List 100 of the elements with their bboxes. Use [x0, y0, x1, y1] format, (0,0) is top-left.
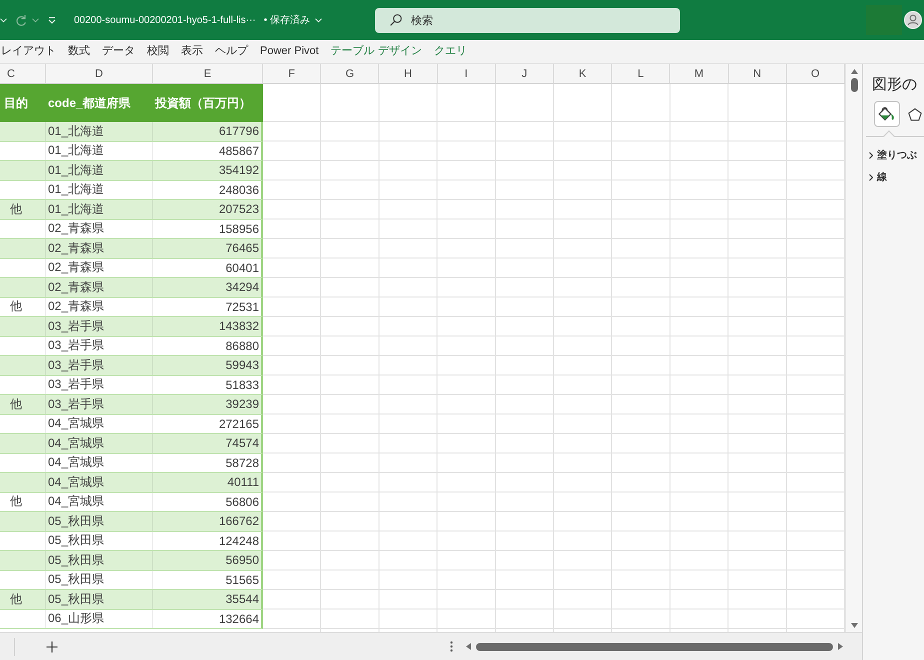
table-cell: 59943	[226, 358, 259, 372]
ribbon-tab[interactable]: 数式	[68, 40, 90, 62]
table-cell: 03_岩手県	[48, 318, 104, 335]
chevron-down-icon	[315, 18, 322, 22]
table-cell: 01_北海道	[48, 181, 104, 198]
left-arrow-icon[interactable]	[466, 643, 471, 650]
file-name[interactable]: 00200-soumu-00200201-hyo5-1-full-lis···	[74, 14, 256, 26]
table-cell: 03_岩手県	[48, 356, 104, 374]
column-header[interactable]: E	[153, 64, 263, 83]
table-cell: 143832	[218, 319, 259, 334]
table-cell: 02_青森県	[48, 259, 104, 276]
ribbon-tab[interactable]: レイアウト	[1, 40, 56, 62]
table-cell: 05_秋田県	[48, 590, 104, 608]
table-cell: 02_青森県	[48, 278, 104, 296]
table-cell: 06_山形県	[48, 610, 104, 628]
table-cell: 34294	[226, 280, 259, 294]
table-cell: 617796	[218, 124, 259, 138]
column-header[interactable]: N	[728, 64, 787, 83]
ribbon-tab[interactable]: ヘルプ	[215, 40, 248, 62]
table-cell: 86880	[226, 338, 259, 353]
table-cell: 他	[10, 200, 22, 218]
column-header[interactable]: K	[554, 64, 612, 83]
table-cell: 158956	[218, 222, 259, 236]
table-cell: 04_宮城県	[48, 474, 104, 491]
column-header[interactable]: L	[612, 64, 670, 83]
table-cell: 03_岩手県	[48, 337, 104, 354]
column-header[interactable]: D	[46, 64, 153, 83]
chevron-down-icon[interactable]	[32, 18, 39, 22]
table-cell: 40111	[227, 475, 259, 490]
table-cell: 166762	[218, 514, 259, 528]
chevron-right-icon	[869, 152, 873, 158]
table-cell: 39239	[226, 397, 259, 412]
empty-cell-grid[interactable]	[263, 84, 845, 632]
paint-bucket-icon	[878, 106, 896, 122]
table-cell: 03_岩手県	[48, 376, 104, 394]
scrollbar-thumb[interactable]	[850, 78, 858, 92]
table-cell: 04_宮城県	[48, 454, 104, 472]
right-arrow-icon[interactable]	[838, 643, 843, 650]
table-cell: 272165	[218, 416, 259, 431]
table-cell: 他	[10, 493, 22, 510]
table-cell: 04_宮城県	[48, 415, 104, 432]
scrollbar-thumb[interactable]	[476, 642, 833, 650]
table-cell: 02_青森県	[48, 220, 104, 238]
table-cell: 05_秋田県	[48, 512, 104, 530]
table-cell: 他	[10, 396, 22, 413]
search-icon	[390, 14, 402, 26]
table-cell: 124248	[218, 534, 259, 548]
dropdown-icon[interactable]	[48, 16, 56, 24]
up-arrow-icon[interactable]	[850, 69, 858, 74]
table-cell: 354192	[218, 163, 259, 178]
ribbon-tab[interactable]: 校閲	[147, 40, 169, 62]
table-cell: 01_北海道	[48, 142, 104, 160]
table-cell: 58728	[226, 456, 259, 470]
table-cell: 05_秋田県	[48, 532, 104, 550]
table-cell: 他	[10, 590, 22, 608]
table-cell: 51833	[226, 378, 259, 392]
redo-icon[interactable]	[15, 14, 27, 26]
table-cell: 485867	[218, 144, 259, 158]
section-header[interactable]: 線	[863, 166, 887, 188]
column-header[interactable]: M	[670, 64, 728, 83]
column-header[interactable]: G	[321, 64, 380, 83]
ribbon-tab[interactable]: クエリ	[434, 40, 467, 62]
save-status-button[interactable]: • 保存済み	[264, 13, 322, 27]
table-cell: 02_青森県	[48, 240, 104, 257]
column-header[interactable]: F	[263, 64, 322, 83]
ribbon-tab[interactable]: テーブル デザイン	[330, 40, 422, 62]
avatar-icon[interactable]	[904, 11, 922, 29]
table-cell: 他	[10, 298, 22, 316]
table-cell: 76465	[226, 241, 259, 256]
ribbon-tab[interactable]: Power Pivot	[260, 40, 319, 62]
format-tab[interactable]	[874, 101, 900, 127]
table-cell: 04_宮城県	[48, 434, 104, 452]
panel-title: 図形の	[872, 75, 918, 94]
table-cell: 132664	[218, 612, 259, 626]
column-header[interactable]: H	[379, 64, 438, 83]
table-cell: 60401	[226, 260, 259, 275]
table-cell: 05_秋田県	[48, 571, 104, 588]
down-arrow-icon[interactable]	[850, 623, 858, 628]
table-cell: 56950	[226, 553, 259, 568]
ribbon-tab[interactable]: 表示	[181, 40, 203, 62]
vertical-dots-icon[interactable]	[450, 641, 453, 652]
chevron-right-icon	[869, 174, 873, 180]
table-cell: 35544	[226, 592, 259, 606]
ribbon-tab[interactable]: データ	[102, 40, 135, 62]
table-cell: 72531	[226, 300, 259, 314]
table-cell: 56806	[226, 494, 259, 509]
table-cell: 02_青森県	[48, 298, 104, 316]
table-cell: 03_岩手県	[48, 396, 104, 413]
table-cell: 248036	[218, 182, 259, 197]
section-header[interactable]: 塗りつぶ	[863, 144, 917, 166]
column-header[interactable]: C	[0, 64, 46, 83]
column-header[interactable]: J	[496, 64, 554, 83]
search-field[interactable]: 検索	[375, 8, 680, 32]
table-cell: 51565	[226, 572, 259, 587]
plus-icon	[46, 640, 58, 652]
add-sheet-button[interactable]	[45, 640, 59, 654]
table-cell: 04_宮城県	[48, 493, 104, 510]
vertical-scrollbar[interactable]	[845, 64, 862, 632]
table-cell: 207523	[218, 202, 259, 216]
column-header[interactable]: I	[438, 64, 496, 83]
